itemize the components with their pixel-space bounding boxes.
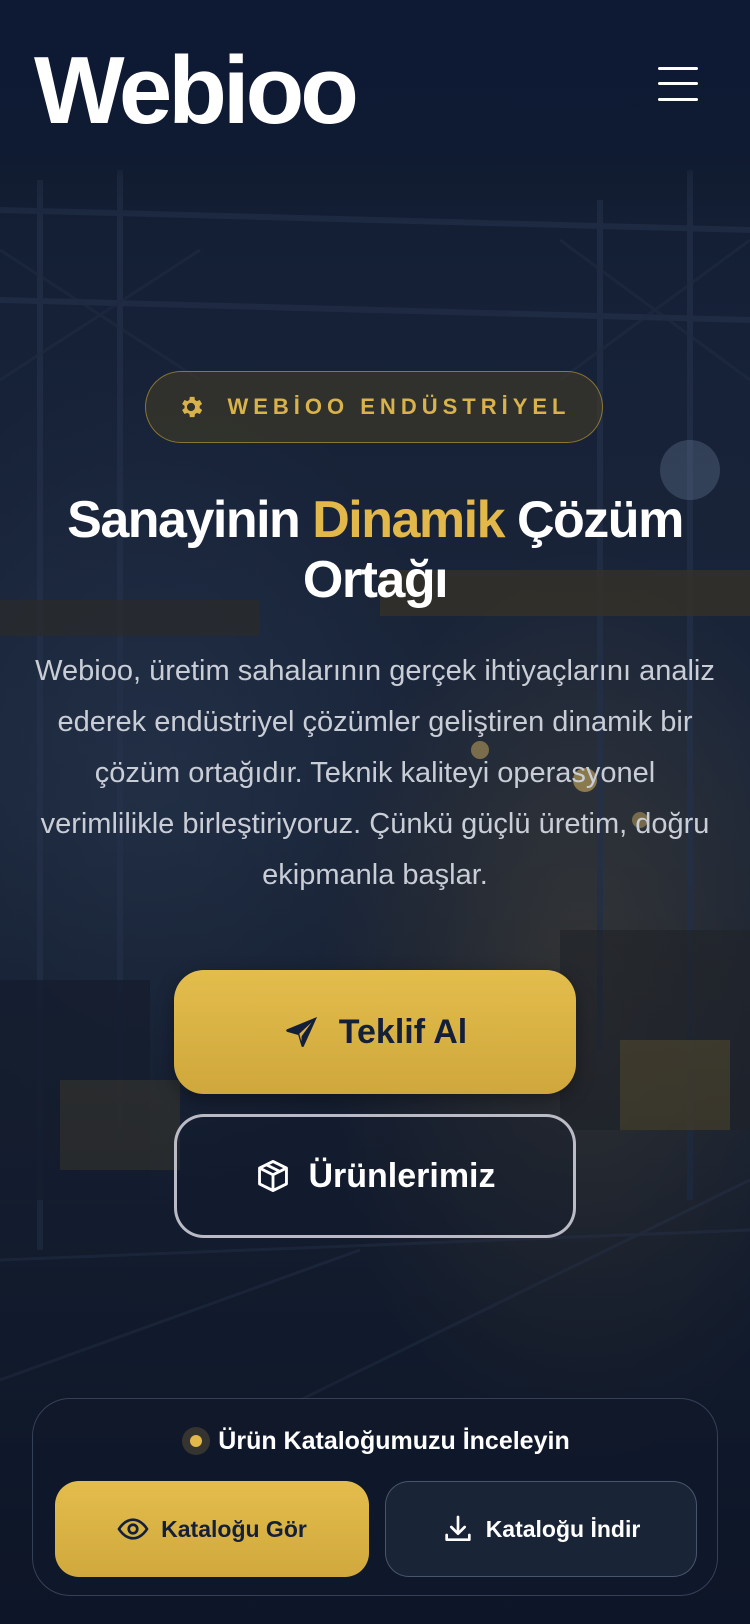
site-header: Webioo [0,0,750,178]
get-quote-button[interactable]: Teklif Al [174,970,576,1094]
download-icon [445,1515,471,1541]
section-badge: WEBİOO ENDÜSTRİYEL [145,371,603,443]
box-icon [258,1160,289,1192]
hero-description: Webioo, üretim sahalarının gerçek ihtiya… [35,655,715,891]
products-label: Ürünlerimiz [308,1156,496,1195]
products-button[interactable]: Ürünlerimiz [174,1114,576,1238]
catalog-title: Ürün Kataloğumuzu İnceleyin [218,1426,570,1455]
webioo-logo[interactable]: Webioo [34,36,359,146]
gear-icon [182,396,203,418]
page: Webioo WEBİOO ENDÜSTRİYEL Sanayinin Dina… [0,0,750,1624]
paper-plane-icon [286,1016,317,1047]
get-quote-label: Teklif Al [338,1012,468,1051]
hamburger-menu-icon[interactable] [656,64,700,104]
download-catalog-label: Kataloğu İndir [485,1515,641,1542]
badge-label: WEBİOO ENDÜSTRİYEL [227,394,571,419]
catalog-card: Ürün Kataloğumuzu İnceleyin Kataloğu Gör… [32,1398,718,1596]
view-catalog-button[interactable]: Kataloğu Gör [55,1481,369,1577]
catalog-title-row: Ürün Kataloğumuzu İnceleyin [33,1421,719,1461]
eye-icon [117,1518,149,1540]
status-dot-icon [182,1427,211,1455]
download-catalog-button[interactable]: Kataloğu İndir [385,1481,697,1577]
hero-headline: Sanayinin Dinamik Çözüm Ortağı [20,490,730,610]
view-catalog-label: Kataloğu Gör [161,1515,307,1542]
headline-part1: Sanayinin [67,491,313,549]
headline-accent: Dinamik [312,491,505,549]
